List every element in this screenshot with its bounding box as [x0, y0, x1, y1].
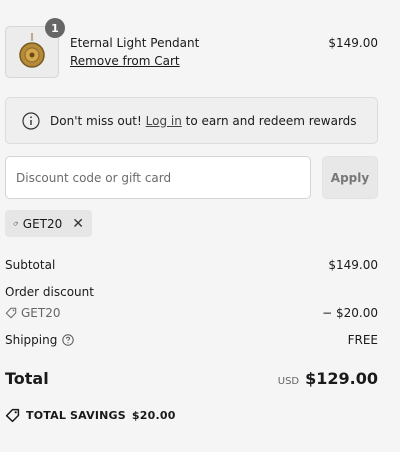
- apply-discount-button[interactable]: Apply: [322, 156, 378, 199]
- total-savings: TOTAL SAVINGS $20.00: [5, 408, 176, 423]
- total-value: $129.00: [305, 369, 378, 388]
- order-discount-code-text: GET20: [21, 306, 61, 320]
- product-price: $149.00: [328, 36, 378, 50]
- order-discount-label: Order discount: [5, 285, 94, 299]
- pendant-image: [19, 33, 45, 68]
- order-discount-value: − $20.00: [322, 306, 378, 320]
- shipping-label: Shipping: [5, 333, 58, 347]
- notice-suffix: to earn and redeem rewards: [185, 113, 357, 128]
- login-link[interactable]: Log in: [146, 114, 182, 128]
- quantity-badge: 1: [45, 18, 65, 38]
- remove-discount-close-icon[interactable]: ✕: [72, 217, 84, 231]
- remove-from-cart-link[interactable]: Remove from Cart: [70, 54, 180, 68]
- total-amount: USD $129.00: [278, 369, 378, 388]
- subtotal-value: $149.00: [328, 258, 378, 272]
- notice-prefix: Don't miss out!: [50, 113, 142, 128]
- product-name: Eternal Light Pendant: [70, 36, 200, 50]
- shipping-label-row: Shipping: [5, 333, 75, 347]
- info-circle-icon: [22, 111, 40, 130]
- subtotal-label: Subtotal: [5, 258, 56, 272]
- shipping-value: FREE: [347, 333, 378, 347]
- question-circle-icon[interactable]: [62, 334, 75, 346]
- applied-discount-chip: GET20 ✕: [5, 210, 92, 237]
- applied-discount-code: GET20: [22, 216, 63, 231]
- total-label: Total: [5, 369, 49, 388]
- total-currency: USD: [277, 376, 300, 387]
- rewards-notice-text: Don't miss out! Log in to earn and redee…: [50, 114, 357, 128]
- rewards-notice: Don't miss out! Log in to earn and redee…: [5, 97, 378, 144]
- order-discount-code: GET20: [5, 306, 60, 320]
- discount-code-input[interactable]: [5, 156, 311, 199]
- tag-icon: [5, 408, 20, 423]
- tag-icon: [5, 307, 17, 319]
- total-savings-value: $20.00: [131, 409, 176, 422]
- total-savings-label: TOTAL SAVINGS: [26, 409, 126, 422]
- tag-icon: [13, 221, 18, 226]
